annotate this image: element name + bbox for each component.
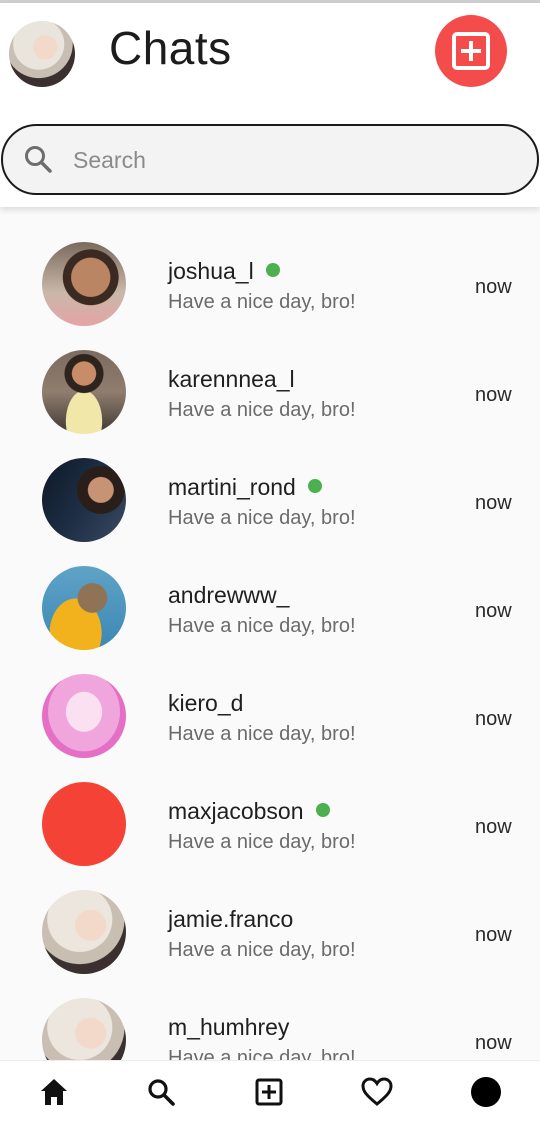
nav-search[interactable] [144,1075,178,1109]
plus-square-icon [255,1078,283,1106]
avatar [42,998,126,1060]
chat-preview: Have a nice day, bro! [168,939,356,961]
chat-time: now [475,492,512,514]
avatar [42,782,126,866]
chat-name: andrewww_ [168,582,290,608]
bottom-navigation [0,1060,540,1145]
chat-preview: Have a nice day, bro! [168,291,356,313]
chat-row-m-humhrey[interactable]: m_humhrey Have a nice day, bro! now [0,987,540,1060]
nav-home[interactable] [37,1075,71,1109]
search-icon [25,146,52,173]
chat-name: m_humhrey [168,1014,290,1040]
chat-name: karennnea_l [168,366,295,392]
chat-row-jamie[interactable]: jamie.franco Have a nice day, bro! now [0,879,540,987]
chat-time: now [475,708,512,730]
chat-name: maxjacobson [168,798,330,825]
online-indicator [307,479,322,493]
search-input[interactable]: Search [1,124,539,195]
chat-name: kiero_d [168,690,244,716]
page-title: Chats [109,22,232,74]
avatar [42,674,126,758]
chat-time: now [475,816,512,838]
chat-row-maxjacobson[interactable]: maxjacobson Have a nice day, bro! now [0,771,540,879]
chat-name-text: joshua_l [168,258,254,284]
avatar [42,350,126,434]
chat-row-andrewww[interactable]: andrewww_ Have a nice day, bro! now [0,555,540,663]
chat-list: joshua_l Have a nice day, bro! now karen… [0,207,540,1060]
chat-time: now [475,600,512,622]
chat-row-kiero[interactable]: kiero_d Have a nice day, bro! now [0,663,540,771]
chats-header: Chats Search [0,3,540,207]
avatar [42,890,126,974]
new-chat-button[interactable] [435,15,507,87]
chat-name-text: martini_rond [168,474,296,500]
avatar [42,566,126,650]
profile-dot-icon [471,1077,501,1107]
chat-preview: Have a nice day, bro! [168,399,356,421]
online-indicator [265,263,280,277]
chat-time: now [475,384,512,406]
nav-activity[interactable] [360,1075,394,1109]
chat-name-text: maxjacobson [168,798,304,824]
heart-icon [361,1077,393,1106]
chat-row-joshua[interactable]: joshua_l Have a nice day, bro! now [0,231,540,339]
chat-time: now [475,1032,512,1054]
avatar [42,242,126,326]
chat-preview: Have a nice day, bro! [168,615,356,637]
chat-preview: Have a nice day, bro! [168,1047,356,1060]
chat-preview: Have a nice day, bro! [168,831,356,853]
chat-preview: Have a nice day, bro! [168,507,356,529]
online-indicator [315,803,330,817]
avatar[interactable] [9,21,75,87]
chat-name: jamie.franco [168,906,294,932]
avatar [42,458,126,542]
chat-time: now [475,276,512,298]
chat-name: martini_rond [168,474,322,501]
nav-new-post[interactable] [252,1075,286,1109]
chat-name: joshua_l [168,258,280,285]
search-icon [148,1079,175,1106]
chat-row-martini[interactable]: martini_rond Have a nice day, bro! now [0,447,540,555]
search-placeholder: Search [73,147,146,173]
chat-preview: Have a nice day, bro! [168,723,356,745]
nav-profile[interactable] [469,1075,503,1109]
home-icon [41,1079,67,1105]
chat-row-karennnea[interactable]: karennnea_l Have a nice day, bro! now [0,339,540,447]
plus-square-icon [452,32,490,70]
chat-time: now [475,924,512,946]
